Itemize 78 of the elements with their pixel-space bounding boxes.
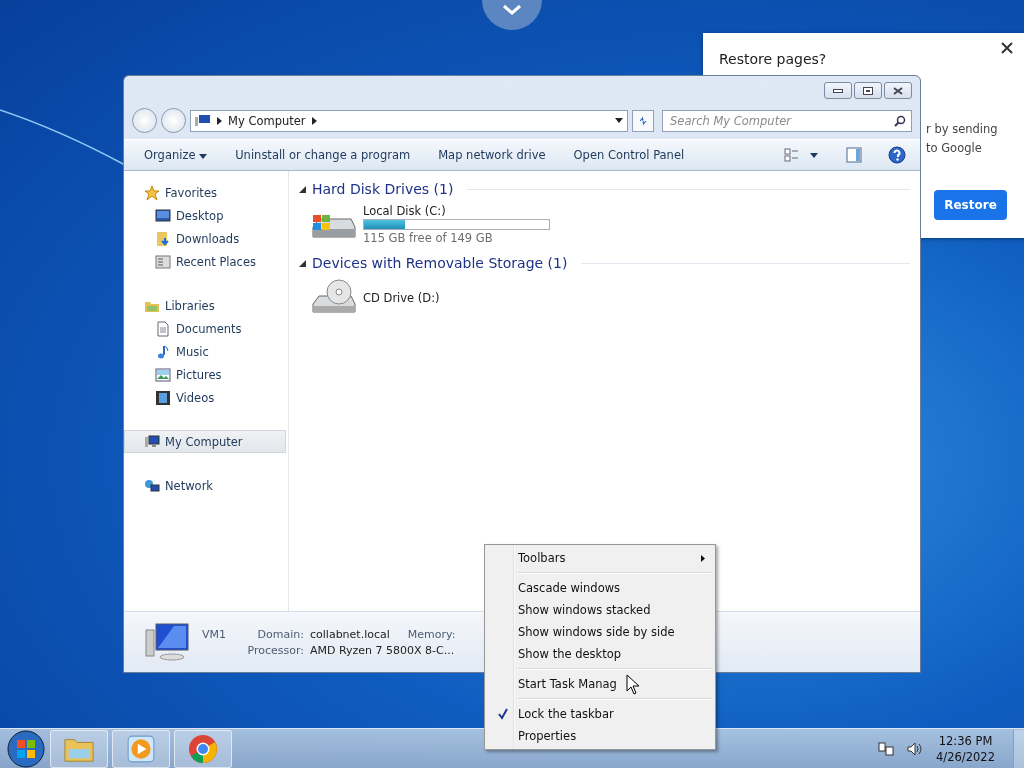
- menu-item[interactable]: Start Task Manag: [487, 673, 713, 695]
- sidebar-item[interactable]: Videos: [124, 386, 286, 409]
- chevron-right-icon: [217, 116, 222, 125]
- detail-label: Domain:: [256, 627, 304, 641]
- preview-pane-icon[interactable]: [846, 147, 862, 163]
- menu-item[interactable]: Toolbars: [487, 547, 713, 569]
- collapse-arrow-icon[interactable]: [299, 185, 306, 193]
- music-note-icon: [155, 343, 171, 360]
- computer-name: VM1: [202, 627, 227, 641]
- sidebar-item[interactable]: Recent Places: [124, 250, 286, 273]
- menu-item[interactable]: Show the desktop: [487, 643, 713, 665]
- sidebar-item[interactable]: Pictures: [124, 363, 286, 386]
- taskbar-button[interactable]: [174, 729, 232, 768]
- toolbar-button[interactable]: Uninstall or change a program: [227, 145, 419, 165]
- submenu-arrow-icon: [701, 554, 705, 562]
- detail-label: Processor:: [246, 643, 304, 657]
- drive-name: Local Disk (C:): [363, 204, 447, 218]
- section-heading: Hard Disk Drives (1): [312, 181, 454, 197]
- close-icon: [893, 86, 903, 95]
- sidebar-item[interactable]: Music: [124, 340, 286, 363]
- network-icon: [144, 477, 160, 494]
- computer-icon: [144, 622, 192, 662]
- dropdown-arrow-icon: [615, 118, 623, 123]
- computer-icon: [144, 433, 160, 450]
- sidebar-item[interactable]: Favorites: [124, 181, 286, 204]
- menu-item[interactable]: Properties: [487, 725, 713, 747]
- detail-value: collabnet.local: [310, 627, 390, 641]
- section-heading: Devices with Removable Storage (1): [312, 255, 568, 271]
- monitor-icon: [155, 207, 171, 224]
- start-button[interactable]: [6, 728, 46, 768]
- sidebar-item[interactable]: Downloads: [124, 227, 286, 250]
- sidebar-item[interactable]: Documents: [124, 317, 286, 340]
- menu-item[interactable]: Show windows stacked: [487, 599, 713, 621]
- computer-icon: [195, 113, 211, 128]
- search-icon: [894, 114, 906, 127]
- drive-space-text: 115 GB free of 149 GB: [363, 231, 494, 245]
- address-bar[interactable]: My Computer: [190, 109, 628, 132]
- menu-item[interactable]: Show windows side by side: [487, 621, 713, 643]
- sidebar-item[interactable]: Libraries: [124, 294, 286, 317]
- drive-name: CD Drive (D:): [363, 291, 440, 305]
- chevron-right-icon: [311, 116, 317, 125]
- document-icon: [155, 320, 171, 337]
- maximize-icon: [863, 86, 873, 95]
- minimize-button[interactable]: [824, 82, 852, 99]
- mouse-cursor-icon: [626, 674, 640, 695]
- menu-item[interactable]: Cascade windows: [487, 577, 713, 599]
- detail-value: AMD Ryzen 7 5800X 8-C...: [310, 643, 455, 657]
- star-icon: [144, 184, 160, 201]
- toolbar-button[interactable]: Organize: [136, 145, 216, 165]
- clock[interactable]: 12:36 PM 4/26/2022: [936, 732, 995, 765]
- collapse-arrow-icon[interactable]: [299, 259, 306, 267]
- sidebar-item[interactable]: Desktop: [124, 204, 286, 227]
- speaker-icon[interactable]: [906, 740, 923, 757]
- recent-places-icon: [155, 253, 171, 270]
- close-icon[interactable]: [1001, 42, 1013, 54]
- folder-download-icon: [155, 230, 171, 247]
- film-icon: [155, 389, 171, 406]
- media-player-icon: [126, 733, 156, 764]
- chrome-icon: [188, 733, 218, 764]
- popup-text: r by sending: [926, 122, 998, 136]
- popup-title: Restore pages?: [719, 51, 827, 67]
- picture-icon: [155, 366, 171, 383]
- address-text: My Computer: [228, 113, 306, 128]
- detail-label: Memory:: [407, 627, 456, 641]
- restore-button[interactable]: Restore: [934, 190, 1007, 220]
- toolbar-button[interactable]: Open Control Panel: [565, 145, 693, 165]
- view-options-icon[interactable]: [784, 147, 818, 163]
- menu-item[interactable]: Lock the taskbar: [487, 703, 713, 725]
- help-icon[interactable]: [888, 146, 906, 164]
- close-button[interactable]: [884, 82, 912, 99]
- toolbar-button[interactable]: Map network drive: [430, 145, 554, 165]
- popup-text: to Google: [926, 141, 983, 155]
- search-field[interactable]: Search My Computer: [662, 109, 912, 132]
- sidebar-item[interactable]: My Computer: [124, 430, 286, 453]
- sidebar-item[interactable]: Network: [124, 474, 286, 497]
- chevron-down-icon[interactable]: [482, 0, 542, 30]
- network-status-icon[interactable]: [878, 740, 895, 757]
- maximize-button[interactable]: [854, 82, 882, 99]
